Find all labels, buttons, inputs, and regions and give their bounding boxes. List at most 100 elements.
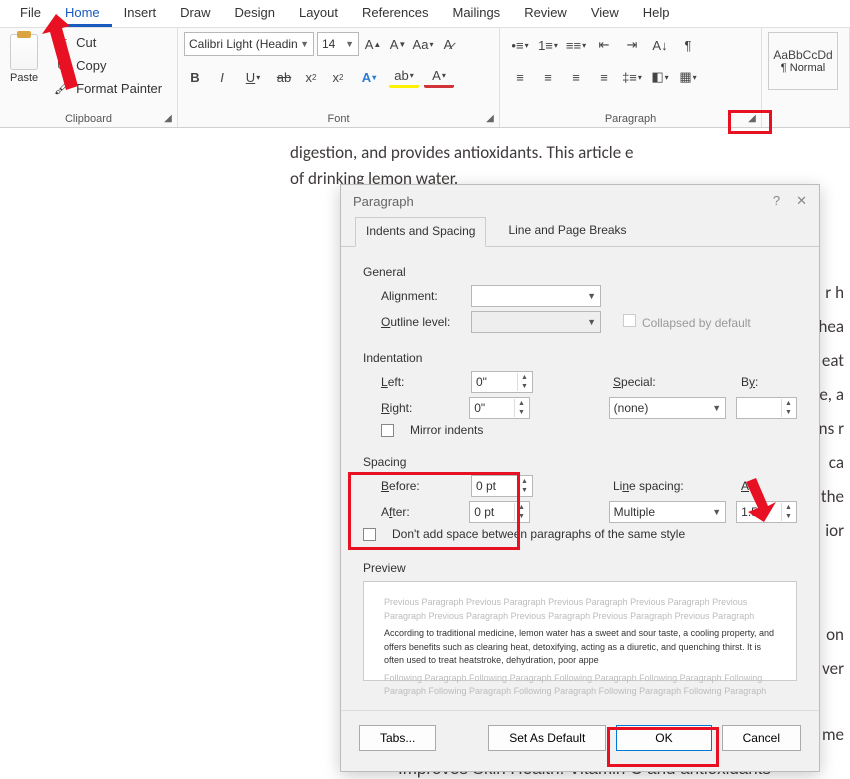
scissors-icon: ✂ <box>54 34 70 50</box>
text-effects-button[interactable]: A▾ <box>354 66 384 88</box>
multilevel-list-button[interactable]: ≡≡▾ <box>562 34 590 56</box>
menu-review[interactable]: Review <box>512 1 579 27</box>
menu-design[interactable]: Design <box>223 1 287 27</box>
decrease-indent-button[interactable]: ⇤ <box>590 34 618 56</box>
outline-select[interactable]: ▼ <box>471 311 601 333</box>
underline-button[interactable]: U▾ <box>238 66 268 88</box>
show-marks-button[interactable]: ¶ <box>674 34 702 56</box>
menu-file[interactable]: File <box>8 1 53 27</box>
preview-prev: Previous Paragraph Previous Paragraph Pr… <box>384 596 776 623</box>
font-size-combo[interactable]: 14▼ <box>317 32 359 56</box>
font-name-combo[interactable]: Calibri Light (Headin▼ <box>184 32 314 56</box>
spacing-after-input[interactable]: 0 pt▲▼ <box>469 501 530 523</box>
dialog-body: General Alignment: ▼ Outline level: ▼ Co… <box>341 247 819 710</box>
section-general: General <box>363 265 797 279</box>
indent-left-input[interactable]: 0"▲▼ <box>471 371 533 393</box>
borders-button[interactable]: ▦▾ <box>674 66 702 88</box>
chevron-down-icon: ▼ <box>300 39 309 49</box>
tabs-button[interactable]: Tabs... <box>359 725 436 751</box>
outline-label: Outline level: <box>381 315 461 329</box>
highlight-button[interactable]: ab▾ <box>389 66 419 88</box>
sort-button[interactable]: A↓ <box>646 34 674 56</box>
doc-line: digestion, and provides antioxidants. Th… <box>290 140 840 166</box>
indent-right-label: Right: <box>381 401 459 415</box>
menu-references[interactable]: References <box>350 1 440 27</box>
paste-button[interactable]: Paste <box>6 32 42 86</box>
alignment-label: Alignment: <box>381 289 461 303</box>
section-spacing: Spacing <box>363 455 797 469</box>
copy-icon: ⧉ <box>54 57 70 73</box>
ribbon-group-styles: AaBbCcDd ¶ Normal <box>762 28 850 127</box>
increase-font-button[interactable]: A▲ <box>362 33 384 55</box>
menu-view[interactable]: View <box>579 1 631 27</box>
close-icon[interactable]: ✕ <box>796 193 807 209</box>
font-group-label: Font <box>184 111 493 127</box>
ok-button[interactable]: OK <box>616 725 711 751</box>
tab-indents-spacing[interactable]: IIndents and Spacingndents and Spacing <box>355 217 486 247</box>
font-color-button[interactable]: A▾ <box>424 66 454 88</box>
dont-add-space-checkbox[interactable] <box>363 528 376 541</box>
paragraph-launcher[interactable]: ◢ <box>745 111 759 125</box>
cut-button[interactable]: ✂Cut <box>50 32 166 52</box>
by-input[interactable]: ▲▼ <box>736 397 797 419</box>
justify-button[interactable]: ≡ <box>590 66 618 88</box>
preview-sample: According to traditional medicine, lemon… <box>384 627 776 668</box>
subscript-button[interactable]: x2 <box>300 66 322 88</box>
clipboard-icon <box>10 34 38 70</box>
mirror-indents-label: Mirror indents <box>410 423 483 437</box>
dialog-tabs: IIndents and Spacingndents and Spacing L… <box>341 217 819 247</box>
shading-button[interactable]: ◧▾ <box>646 66 674 88</box>
numbering-button[interactable]: 1≡▾ <box>534 34 562 56</box>
align-right-button[interactable]: ≡ <box>562 66 590 88</box>
align-left-button[interactable]: ≡ <box>506 66 534 88</box>
section-preview: Preview <box>363 561 797 575</box>
dialog-title: Paragraph <box>353 194 414 209</box>
ribbon: Paste ✂Cut ⧉Copy 🖌Format Painter Clipboa… <box>0 28 850 128</box>
copy-button[interactable]: ⧉Copy <box>50 55 166 75</box>
brush-icon: 🖌 <box>54 80 70 96</box>
bullets-button[interactable]: •≡▾ <box>506 34 534 56</box>
menu-home[interactable]: Home <box>53 1 112 27</box>
strikethrough-button[interactable]: ab <box>273 66 295 88</box>
menu-draw[interactable]: Draw <box>168 1 222 27</box>
alignment-select[interactable]: ▼ <box>471 285 601 307</box>
line-spacing-select[interactable]: Multiple▼ <box>609 501 727 523</box>
menu-insert[interactable]: Insert <box>112 1 169 27</box>
font-launcher[interactable]: ◢ <box>483 111 497 125</box>
doc-fragment: eat <box>818 344 844 378</box>
tab-line-page-breaks[interactable]: Line and Page Breaks <box>498 217 636 246</box>
style-normal[interactable]: AaBbCcDd ¶ Normal <box>768 32 838 90</box>
doc-fragment: r h <box>818 276 844 310</box>
spacing-before-input[interactable]: 0 pt▲▼ <box>471 475 533 497</box>
set-default-button[interactable]: Set As Default <box>488 725 606 751</box>
format-painter-button[interactable]: 🖌Format Painter <box>50 78 166 98</box>
ribbon-group-clipboard: Paste ✂Cut ⧉Copy 🖌Format Painter Clipboa… <box>0 28 178 127</box>
menu-help[interactable]: Help <box>631 1 682 27</box>
preview-box: Previous Paragraph Previous Paragraph Pr… <box>363 581 797 681</box>
mirror-indents-checkbox[interactable] <box>381 424 394 437</box>
menu-layout[interactable]: Layout <box>287 1 350 27</box>
doc-fragment: e, a <box>818 378 844 412</box>
italic-button[interactable]: I <box>211 66 233 88</box>
indent-right-input[interactable]: 0"▲▼ <box>469 397 530 419</box>
spacing-after-label: After: <box>381 505 459 519</box>
style-name: ¶ Normal <box>781 62 825 74</box>
dialog-footer: Tabs... Set As Default OK Cancel <box>341 710 819 771</box>
align-center-button[interactable]: ≡ <box>534 66 562 88</box>
decrease-font-button[interactable]: A▼ <box>387 33 409 55</box>
menu-mailings[interactable]: Mailings <box>441 1 513 27</box>
clipboard-launcher[interactable]: ◢ <box>161 111 175 125</box>
change-case-button[interactable]: Aa▾ <box>412 33 434 55</box>
at-input[interactable]: 1.5▲▼ <box>736 501 797 523</box>
clear-formatting-button[interactable]: A̷ <box>437 33 459 55</box>
line-spacing-button[interactable]: ‡≡▾ <box>618 66 646 88</box>
cancel-button[interactable]: Cancel <box>722 725 801 751</box>
special-select[interactable]: (none)▼ <box>609 397 727 419</box>
doc-fragment: ior <box>818 514 844 548</box>
help-icon[interactable]: ? <box>773 193 780 209</box>
superscript-button[interactable]: x2 <box>327 66 349 88</box>
ribbon-group-font: Calibri Light (Headin▼ 14▼ A▲ A▼ Aa▾ A̷ … <box>178 28 500 127</box>
bold-button[interactable]: B <box>184 66 206 88</box>
increase-indent-button[interactable]: ⇥ <box>618 34 646 56</box>
doc-fragment: on <box>818 618 844 652</box>
